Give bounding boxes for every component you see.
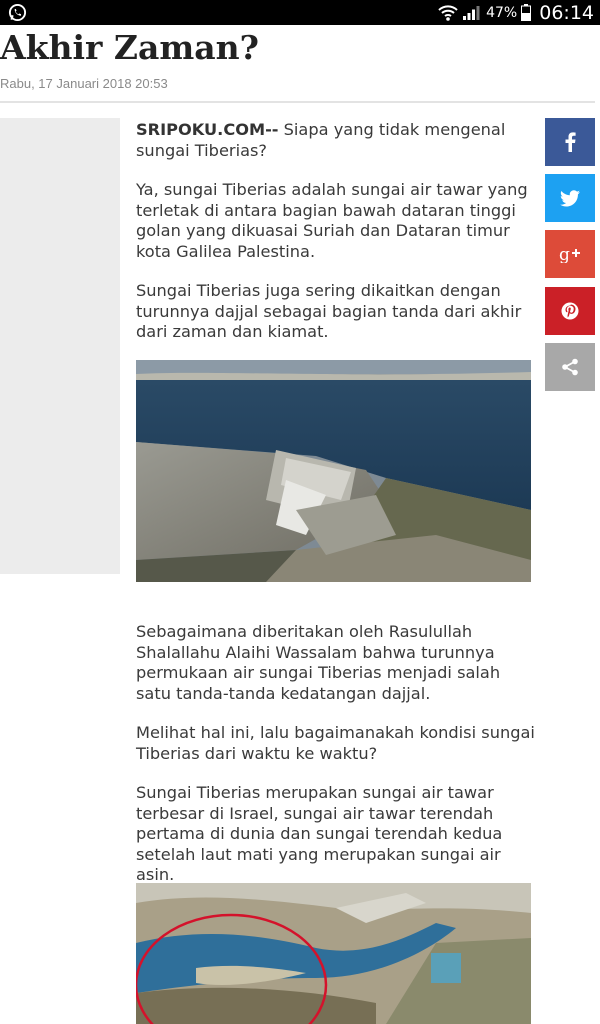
status-bar: 47% 06:14: [0, 0, 600, 25]
paragraph-intro: SRIPOKU.COM-- Siapa yang tidak mengenal …: [136, 120, 536, 161]
facebook-icon: [565, 132, 576, 152]
source-label: SRIPOKU.COM--: [136, 120, 279, 139]
article-title: Akhir Zaman?: [0, 28, 259, 67]
paragraph: Sungai Tiberias merupakan sungai air taw…: [136, 783, 503, 884]
signal-icon: [463, 5, 480, 20]
paragraph: Ya, sungai Tiberias adalah sungai air ta…: [136, 180, 528, 261]
paragraph: Sungai Tiberias juga sering dikaitkan de…: [136, 281, 522, 341]
share-icon: [562, 358, 578, 376]
facebook-share-button[interactable]: [545, 118, 595, 166]
twitter-share-button[interactable]: [545, 174, 595, 222]
more-share-button[interactable]: [545, 343, 595, 391]
pinterest-share-button[interactable]: [545, 287, 595, 335]
whatsapp-icon: [8, 3, 27, 22]
battery-icon: [521, 4, 532, 21]
dam-photo: [136, 360, 531, 582]
wifi-icon: [438, 4, 458, 21]
divider: [0, 101, 595, 103]
article-date: Rabu, 17 Januari 2018 20:53: [0, 76, 168, 91]
clock: 06:14: [539, 1, 594, 24]
paragraph: Sebagaimana diberitakan oleh Rasulullah …: [136, 622, 501, 703]
battery-percent: 47%: [486, 4, 518, 21]
pinterest-icon: [561, 302, 579, 320]
ad-placeholder: [0, 118, 120, 574]
google-plus-share-button[interactable]: g: [545, 230, 595, 278]
river-photo: [136, 883, 531, 1024]
paragraph: Melihat hal ini, lalu bagaimanakah kondi…: [136, 723, 535, 763]
twitter-icon: [560, 189, 580, 206]
svg-text:g: g: [559, 245, 570, 263]
google-plus-icon: g: [559, 245, 580, 263]
